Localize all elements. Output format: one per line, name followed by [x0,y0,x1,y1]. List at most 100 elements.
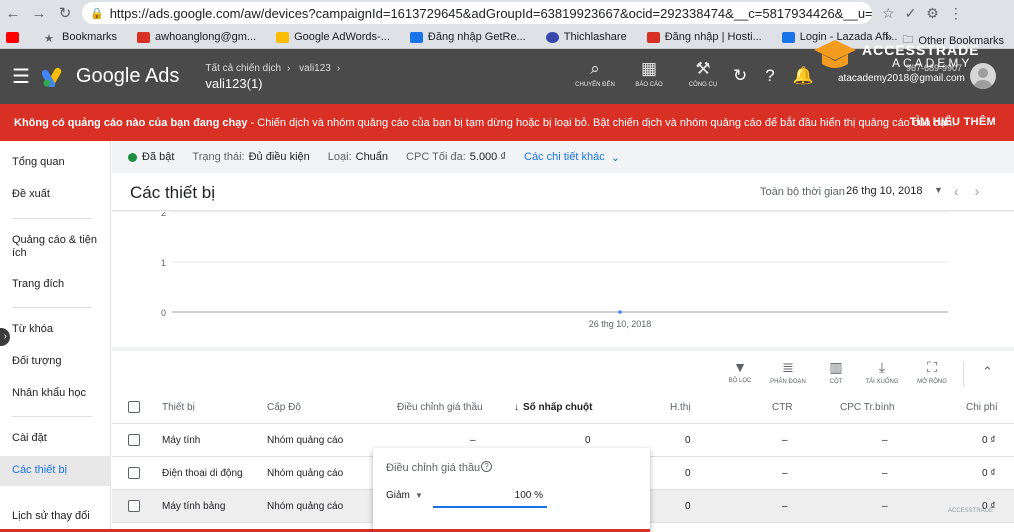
filter-icon: ▼ [733,359,747,375]
help-icon[interactable]: ? [481,461,492,472]
collapse-chart-icon[interactable]: ⌃ [982,364,993,380]
download-icon: ⤓ [878,359,886,375]
status-row: Đã bật Trạng thái: Đủ điều kiện Loại: Chuẩ… [112,141,1014,173]
alert-text: - Chiến dịch và nhóm quảng cáo của bạn b… [247,116,956,129]
watermark-small: ACCESSTRADE [948,508,994,514]
star-icon: ★ [44,32,54,45]
col-clicks[interactable]: ↓ Số nhấp chuột [514,402,592,413]
bookmark-item[interactable]: Google AdWords-... [276,31,390,43]
x-tick-label: 26 thg 10, 2018 [589,319,652,329]
y-tick-label: 2 [161,212,166,218]
bookmark-item[interactable]: Đăng nhập | Hosti... [646,31,762,43]
sidebar-item-audiences[interactable]: Đối tượng [12,355,104,368]
search-icon: ⌕ [590,59,600,78]
more-details-link[interactable]: Các chi tiết khác [524,151,605,163]
help-icon[interactable]: ? [765,66,774,86]
chevron-down-icon[interactable]: ⌄ [611,151,620,164]
lock-icon: 🔒 [90,7,104,20]
bookmark-item[interactable]: Thichlashare [545,31,627,43]
y-tick-label: 0 [161,308,166,318]
alert-banner: Không có quảng cáo nào của bạn đang chạy… [0,104,1014,141]
segment-button[interactable]: ≣ PHÂN ĐOẠN [762,359,814,385]
learn-more-button[interactable]: TÌM HIỂU THÊM [910,116,996,128]
sidebar-item-keywords[interactable]: Từ khóa [12,323,104,336]
breadcrumb-campaign[interactable]: vali123 [299,63,331,74]
back-icon[interactable]: ← [0,5,26,22]
col-level[interactable]: Cấp Độ [267,402,301,413]
sidebar-item-overview[interactable]: Tổng quan [12,156,104,169]
tools-button[interactable]: ⚒ CÔNG CỤ [683,59,723,88]
status-max-cpc: 5.000 ₫ [469,151,506,163]
forward-icon[interactable]: → [26,5,52,22]
status-type: Chuẩn [355,151,389,163]
status-enabled[interactable]: Đã bật [142,151,174,163]
row-checkbox[interactable] [128,467,140,479]
columns-button[interactable]: ▥ CỘT [810,359,862,385]
col-device[interactable]: Thiết bị [162,402,195,413]
download-button[interactable]: ⤓ TẢI XUỐNG [856,359,908,385]
browser-menu-icon[interactable]: ⋮ [949,5,963,22]
expand-button[interactable]: ⛶ MỞ RỘNG [906,359,958,385]
lazada-icon [781,31,795,43]
hamburger-menu-icon[interactable]: ☰ [0,64,42,89]
sort-desc-icon: ↓ [514,402,519,413]
sidebar-item-ads-extensions[interactable]: Quảng cáo & tiện ích [12,234,104,260]
col-impressions[interactable]: H.thị [670,402,691,413]
google-ads-logo-icon [42,67,62,87]
dropdown-caret-icon[interactable]: ▼ [415,491,423,500]
reload-icon[interactable]: ↻ [52,4,78,22]
sidebar-item-devices[interactable]: Các thiết bị [12,464,104,477]
go-to-button[interactable]: ⌕ CHUYỂN ĐẾN [575,59,615,88]
col-bid-adj[interactable]: Điều chỉnh giá thầu [397,402,483,413]
reports-button[interactable]: ▦ BÁO CÁO [629,59,669,88]
select-all-checkbox[interactable] [128,401,140,413]
bookmark-item[interactable]: Đăng nhập GetRe... [409,31,526,43]
bid-adjustment-popover: Điều chỉnh giá thầu ? Giảm ▼ 100 % [373,448,650,532]
check-icon[interactable]: ✓ [905,5,917,22]
col-avg-cpc[interactable]: CPC Tr.bình [840,402,894,413]
segment-icon: ≣ [782,359,794,375]
date-nav: ‹› [954,183,995,199]
url-text: https://ads.google.com/aw/devices?campai… [109,5,872,21]
sidebar-item-settings[interactable]: Cài đặt [12,432,104,445]
ad-group-title[interactable]: vali123(1) [205,76,346,91]
adjustment-direction-select[interactable]: Giảm [386,490,410,501]
dropdown-caret-icon[interactable]: ▼ [934,185,943,195]
status-state: Đủ điều kiện [248,151,310,163]
youtube-icon [6,31,19,43]
wrench-icon: ⚒ [695,59,711,78]
address-bar[interactable]: 🔒 https://ads.google.com/aw/devices?camp… [82,2,872,24]
breadcrumb-all-campaigns[interactable]: Tất cả chiến dịch [205,63,281,74]
next-period-icon[interactable]: › [975,183,996,199]
y-tick-label: 1 [161,258,166,268]
table-toolbar: ▼ BỘ LỌC ≣ PHÂN ĐOẠN ▥ CỘT ⤓ TẢI XUỐNG ⛶ MỞ R… [112,347,1014,395]
row-checkbox[interactable] [128,500,140,512]
adjustment-percent-input[interactable]: 100 % [433,486,547,508]
bookmark-item[interactable]: ★ Bookmarks [44,31,117,45]
bookmark-item[interactable]: awhoanglong@gm... [137,31,256,43]
data-point[interactable] [618,310,622,314]
sidebar-item-landing-pages[interactable]: Trang đích [12,278,104,291]
chevron-right-icon: › [287,62,291,74]
refresh-icon[interactable]: ↻ [733,66,747,86]
star-icon[interactable]: ☆ [882,5,895,22]
sidebar: Tổng quan Đề xuất Quảng cáo & tiện ích T… [0,141,111,532]
table-header-row: Thiết bị Cấp Độ Điều chỉnh giá thầu ↓ Số … [112,391,1014,424]
sidebar-item-change-history[interactable]: Lịch sử thay đổi [12,510,104,523]
bookmark-youtube[interactable] [6,31,24,43]
extension-icon[interactable]: ⚙ [926,5,939,22]
expand-icon: ⛶ [927,359,937,375]
prev-period-icon[interactable]: ‹ [954,183,975,199]
notifications-icon[interactable]: 🔔 [793,66,814,86]
sidebar-item-demographics[interactable]: Nhân khẩu học [12,387,104,400]
sidebar-item-recommendations[interactable]: Đề xuất [12,188,104,201]
filter-button[interactable]: ▼ BỘ LỌC [714,359,766,384]
date-range-select[interactable]: 26 thg 10, 2018 [846,185,946,197]
col-ctr[interactable]: CTR [772,402,793,413]
chart: 0 1 2 26 thg 10, 2018 [112,212,1014,347]
google-ads-logo[interactable]: Google Ads [42,65,179,88]
col-cost[interactable]: Chi phí [966,402,998,413]
row-checkbox[interactable] [128,434,140,446]
breadcrumb: Tất cả chiến dịch › vali123 › vali123(1) [205,63,346,91]
thichlashare-icon [545,31,559,43]
